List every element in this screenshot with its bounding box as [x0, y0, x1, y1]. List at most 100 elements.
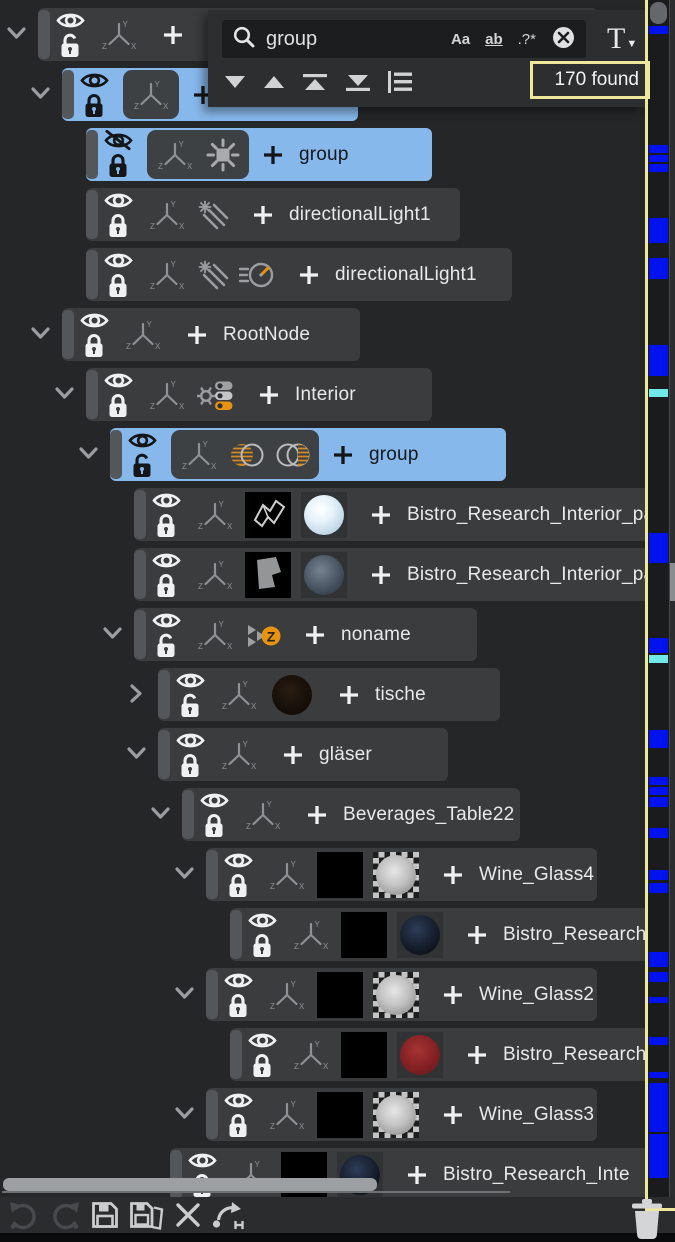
- row-grip[interactable]: [86, 250, 98, 299]
- scrollbar-thumb[interactable]: [650, 2, 667, 24]
- eye-icon[interactable]: [152, 610, 181, 631]
- tree-row[interactable]: YZXBistro_Research_Interior_paris_bu: [134, 488, 675, 541]
- eye-icon[interactable]: [188, 1150, 217, 1171]
- plus-icon[interactable]: [407, 1165, 427, 1185]
- nav-top-icon[interactable]: [302, 74, 328, 91]
- row-grip[interactable]: [206, 970, 218, 1019]
- chevron-down-icon[interactable]: [175, 864, 194, 883]
- tree-row[interactable]: YZXBistro_Research_Interi: [230, 908, 675, 961]
- eye-icon[interactable]: [176, 670, 205, 691]
- lock-closed-icon[interactable]: [250, 1052, 274, 1079]
- match-case-button[interactable]: Aa: [451, 31, 470, 48]
- lock-closed-icon[interactable]: [250, 932, 274, 959]
- tree-row[interactable]: YZXBeverages_Table22: [182, 788, 520, 841]
- eye-icon[interactable]: [104, 190, 133, 211]
- chevron-down-icon[interactable]: [127, 744, 146, 763]
- lock-open-icon[interactable]: [58, 32, 82, 59]
- eye-icon[interactable]: [224, 970, 253, 991]
- eye-icon[interactable]: [200, 790, 229, 811]
- plus-icon[interactable]: [443, 985, 463, 1005]
- eye-icon[interactable]: [80, 310, 109, 331]
- plus-icon[interactable]: [253, 205, 273, 225]
- row-grip[interactable]: [206, 850, 218, 899]
- eye-icon[interactable]: [104, 370, 133, 391]
- tree-row[interactable]: YZXgläser: [158, 728, 448, 781]
- save-button[interactable]: [90, 1200, 120, 1230]
- redo-button[interactable]: [49, 1200, 81, 1230]
- eye-icon[interactable]: [248, 1030, 277, 1051]
- chevron-down-icon[interactable]: [175, 1104, 194, 1123]
- lock-closed-icon[interactable]: [106, 272, 130, 299]
- chevron-down-icon[interactable]: [175, 984, 194, 1003]
- panel-edge-scrollbar-thumb[interactable]: [670, 563, 675, 601]
- h-scrollbar-track[interactable]: [2, 1191, 510, 1193]
- plus-icon[interactable]: [305, 625, 325, 645]
- chevron-right-icon[interactable]: [127, 684, 146, 703]
- row-grip[interactable]: [230, 1030, 242, 1079]
- tree-row[interactable]: YZXWine_Glass3: [206, 1088, 597, 1141]
- plus-icon[interactable]: [299, 265, 319, 285]
- lock-closed-icon[interactable]: [82, 92, 106, 119]
- plus-icon[interactable]: [339, 685, 359, 705]
- lock-closed-icon[interactable]: [202, 812, 226, 839]
- search-query[interactable]: group: [266, 28, 436, 51]
- plus-icon[interactable]: [467, 925, 487, 945]
- lock-closed-icon[interactable]: [226, 1112, 250, 1139]
- lock-closed-icon[interactable]: [226, 872, 250, 899]
- row-grip[interactable]: [134, 610, 146, 659]
- convert-button[interactable]: [211, 1200, 245, 1230]
- nav-bottom-icon[interactable]: [345, 74, 371, 91]
- plus-icon[interactable]: [371, 505, 391, 525]
- tree-row[interactable]: YZXBistro_Research_Interi: [230, 1028, 675, 1081]
- regex-button[interactable]: .?*: [518, 31, 536, 48]
- tree-row[interactable]: YZXZnoname: [134, 608, 477, 661]
- nav-down-icon[interactable]: [224, 75, 246, 90]
- lock-open-icon[interactable]: [130, 452, 154, 479]
- row-grip[interactable]: [230, 910, 242, 959]
- plus-icon[interactable]: [467, 1045, 487, 1065]
- eye-icon[interactable]: [248, 910, 277, 931]
- lock-open-icon[interactable]: [178, 692, 202, 719]
- row-grip[interactable]: [206, 1090, 218, 1139]
- eye-icon[interactable]: [152, 490, 181, 511]
- plus-icon[interactable]: [259, 385, 279, 405]
- row-grip[interactable]: [158, 730, 170, 779]
- lock-open-icon[interactable]: [154, 632, 178, 659]
- row-grip[interactable]: [134, 490, 146, 539]
- plus-icon[interactable]: [187, 325, 207, 345]
- plus-icon[interactable]: [333, 445, 353, 465]
- lock-closed-icon[interactable]: [154, 512, 178, 539]
- tree-row[interactable]: YZXWine_Glass4: [206, 848, 597, 901]
- lock-closed-icon[interactable]: [106, 392, 130, 419]
- plus-icon[interactable]: [283, 745, 303, 765]
- save-as-button[interactable]: [129, 1200, 165, 1230]
- row-grip[interactable]: [182, 790, 194, 839]
- h-scrollbar-thumb[interactable]: [3, 1178, 377, 1191]
- nav-up-icon[interactable]: [263, 75, 285, 90]
- eye-icon[interactable]: [224, 850, 253, 871]
- plus-icon[interactable]: [443, 1105, 463, 1125]
- chevron-down-icon[interactable]: [151, 804, 170, 823]
- eye-icon[interactable]: [176, 730, 205, 751]
- tree-row[interactable]: YZXtische: [158, 668, 500, 721]
- lock-closed-icon[interactable]: [178, 752, 202, 779]
- eye-icon[interactable]: [224, 1090, 253, 1111]
- lock-closed-icon[interactable]: [106, 152, 130, 179]
- chevron-down-icon[interactable]: [79, 444, 98, 463]
- eye-icon[interactable]: [152, 550, 181, 571]
- delete-x-button[interactable]: [174, 1201, 202, 1229]
- tree-row[interactable]: YZXdirectionalLight1: [86, 188, 460, 241]
- row-grip[interactable]: [86, 370, 98, 419]
- lock-closed-icon[interactable]: [106, 212, 130, 239]
- row-grip[interactable]: [62, 310, 74, 359]
- lock-closed-icon[interactable]: [82, 332, 106, 359]
- whole-word-button[interactable]: ab: [485, 31, 503, 48]
- plus-icon[interactable]: [263, 145, 283, 165]
- eye-icon[interactable]: [80, 70, 109, 91]
- tree-row[interactable]: YZXgroup: [86, 128, 432, 181]
- clear-search-icon[interactable]: [552, 26, 575, 53]
- tree-row[interactable]: YZXInterior: [86, 368, 432, 421]
- text-options-button[interactable]: T▼: [607, 22, 643, 58]
- plus-icon[interactable]: [163, 25, 183, 45]
- tree-row[interactable]: YZXRootNode: [62, 308, 360, 361]
